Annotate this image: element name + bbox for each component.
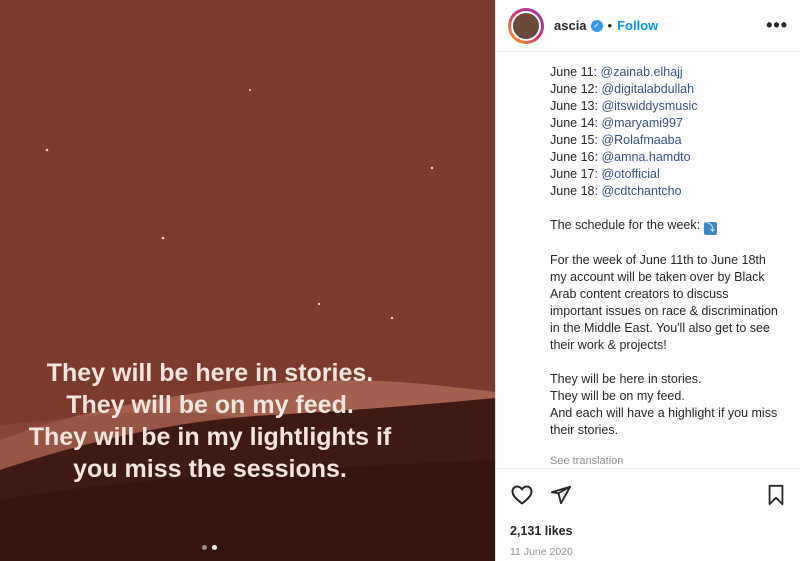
mention-link[interactable]: @Rolafmaaba bbox=[601, 133, 681, 147]
list-item: June 16: @amna.hamdto bbox=[550, 149, 800, 166]
post-caption: June 11: @zainab.elhajj June 12: @digita… bbox=[496, 52, 800, 468]
bookmark-icon[interactable] bbox=[766, 484, 786, 511]
closing-line: They will be on my feed. bbox=[550, 389, 685, 403]
verified-icon: ✓ bbox=[590, 19, 603, 32]
post-actions: 2,131 likes 11 June 2020 bbox=[496, 468, 800, 561]
avatar[interactable] bbox=[508, 7, 544, 44]
caption-line: They will be in my lightlights if bbox=[28, 423, 392, 451]
list-item: June 18: @cdtchantcho bbox=[550, 183, 800, 200]
mention-link[interactable]: @digitalabdullah bbox=[601, 82, 694, 96]
caption-line: you miss the sessions. bbox=[73, 455, 347, 483]
mention-link[interactable]: @itswiddysmusic bbox=[601, 99, 697, 113]
list-item: June 17: @otofficial bbox=[550, 166, 800, 183]
separator: • bbox=[607, 18, 613, 33]
schedule-day: June 18: bbox=[550, 184, 598, 198]
closing-line: They will be here in stories. bbox=[550, 372, 702, 386]
closing-line: And each will have a highlight if you mi… bbox=[550, 406, 778, 437]
caption-line: They will be on my feed. bbox=[66, 391, 354, 419]
post-modal: They will be here in stories. They will … bbox=[0, 0, 800, 561]
avatar-image bbox=[511, 10, 541, 41]
post-media[interactable]: They will be here in stories. They will … bbox=[0, 0, 495, 561]
mention-link[interactable]: @otofficial bbox=[601, 167, 659, 181]
closing-lines: They will be here in stories. They will … bbox=[550, 371, 782, 439]
schedule-day: June 12: bbox=[550, 82, 598, 96]
carousel-dot[interactable] bbox=[202, 545, 207, 550]
schedule-intro-text: The schedule for the week: bbox=[550, 218, 701, 232]
list-item: June 15: @Rolafmaaba bbox=[550, 132, 800, 149]
post-date: 11 June 2020 bbox=[510, 546, 573, 558]
mention-link[interactable]: @maryami997 bbox=[601, 116, 682, 130]
username[interactable]: ascia bbox=[554, 18, 587, 33]
likes-count[interactable]: 2,131 likes bbox=[496, 512, 800, 538]
schedule-day: June 13: bbox=[550, 99, 598, 113]
down-arrow-emoji-icon: ⤵ bbox=[703, 222, 717, 235]
share-icon[interactable] bbox=[550, 484, 572, 511]
carousel-dot-active[interactable] bbox=[212, 545, 217, 550]
post-header: ascia ✓ • Follow ••• bbox=[496, 0, 800, 52]
list-item: June 12: @digitalabdullah bbox=[550, 81, 800, 98]
post-paragraph: For the week of June 11th to June 18th m… bbox=[550, 253, 778, 352]
schedule-intro: The schedule for the week: ⤵ bbox=[550, 217, 782, 235]
schedule-day: June 16: bbox=[550, 150, 598, 164]
mention-link[interactable]: @cdtchantcho bbox=[601, 184, 681, 198]
schedule-day: June 15: bbox=[550, 133, 598, 147]
schedule-day: June 17: bbox=[550, 167, 598, 181]
list-item: June 11: @zainab.elhajj bbox=[550, 64, 800, 81]
list-item: June 14: @maryami997 bbox=[550, 115, 800, 132]
list-item: June 13: @itswiddysmusic bbox=[550, 98, 800, 115]
caption-line: They will be here in stories. bbox=[46, 359, 374, 387]
see-translation-link[interactable]: See translation bbox=[550, 453, 800, 468]
more-options-button[interactable]: ••• bbox=[766, 15, 788, 36]
schedule-list: June 11: @zainab.elhajj June 12: @digita… bbox=[550, 64, 800, 200]
schedule-day: June 14: bbox=[550, 116, 598, 130]
carousel-indicator bbox=[202, 545, 217, 550]
mention-link[interactable]: @zainab.elhajj bbox=[601, 65, 683, 79]
post-sidebar: ascia ✓ • Follow ••• June 11: @zainab.el… bbox=[495, 0, 800, 561]
media-caption: They will be here in stories. They will … bbox=[0, 357, 420, 485]
schedule-day: June 11: bbox=[550, 65, 598, 79]
follow-button[interactable]: Follow bbox=[617, 18, 658, 33]
mention-link[interactable]: @amna.hamdto bbox=[601, 150, 690, 164]
heart-icon[interactable] bbox=[510, 483, 534, 512]
